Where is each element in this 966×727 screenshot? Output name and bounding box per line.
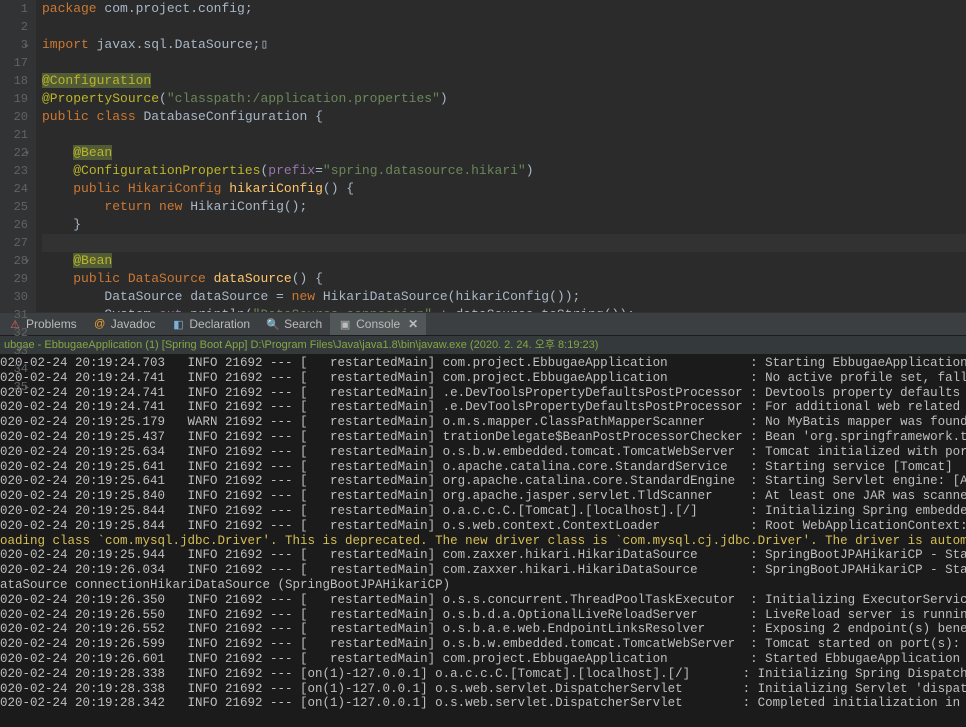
gutter-line: 29 xyxy=(0,270,28,288)
console-line: 020-02-24 20:19:28.338 INFO 21692 --- [o… xyxy=(0,682,966,697)
code-line[interactable] xyxy=(42,54,966,72)
gutter-line: 17 xyxy=(0,54,28,72)
console-line: ataSource connectionHikariDataSource (Sp… xyxy=(0,578,966,593)
code-line[interactable]: DataSource dataSource = new HikariDataSo… xyxy=(42,288,966,306)
code-line[interactable]: @ConfigurationProperties(prefix="spring.… xyxy=(42,162,966,180)
gutter-line: 1 xyxy=(0,0,28,18)
tab-label: Declaration xyxy=(189,317,250,331)
console-line: 020-02-24 20:19:26.350 INFO 21692 --- [ … xyxy=(0,593,966,608)
console-line: 020-02-24 20:19:25.844 INFO 21692 --- [ … xyxy=(0,519,966,534)
bottom-tabs-bar: ⚠Problems @Javadoc ◧Declaration 🔍Search … xyxy=(0,312,966,336)
gutter-line: 19 xyxy=(0,90,28,108)
code-area[interactable]: package com.project.config; import javax.… xyxy=(36,0,966,312)
console-line: 020-02-24 20:19:26.034 INFO 21692 --- [ … xyxy=(0,563,966,578)
console-line: oading class `com.mysql.jdbc.Driver'. Th… xyxy=(0,534,966,549)
search-icon: 🔍 xyxy=(266,317,280,331)
code-line[interactable]: @Bean xyxy=(42,144,966,162)
tab-label: Search xyxy=(284,317,322,331)
tab-search[interactable]: 🔍 Search xyxy=(258,313,330,335)
code-line[interactable]: package com.project.config; xyxy=(42,0,966,18)
code-line[interactable]: } xyxy=(42,216,966,234)
console-line: 020-02-24 20:19:25.437 INFO 21692 --- [ … xyxy=(0,430,966,445)
console-line: 020-02-24 20:19:24.703 INFO 21692 --- [ … xyxy=(0,356,966,371)
code-line[interactable]: @Bean xyxy=(42,252,966,270)
gutter-line: 22▾ xyxy=(0,144,28,162)
console-line: 020-02-24 20:19:24.741 INFO 21692 --- [ … xyxy=(0,386,966,401)
gutter-line: 21 xyxy=(0,126,28,144)
console-line: 020-02-24 20:19:25.634 INFO 21692 --- [ … xyxy=(0,445,966,460)
declaration-icon: ◧ xyxy=(171,317,185,331)
console-line: 020-02-24 20:19:26.599 INFO 21692 --- [ … xyxy=(0,637,966,652)
close-icon[interactable]: ✕ xyxy=(408,317,418,331)
launch-text: ubgae - EbbugaeApplication (1) [Spring B… xyxy=(4,339,598,351)
code-line[interactable] xyxy=(42,234,966,252)
console-output[interactable]: 020-02-24 20:19:24.703 INFO 21692 --- [ … xyxy=(0,354,966,727)
console-line: 020-02-24 20:19:26.601 INFO 21692 --- [ … xyxy=(0,652,966,667)
console-line: 020-02-24 20:19:25.179 WARN 21692 --- [ … xyxy=(0,415,966,430)
code-editor[interactable]: 123▸171819202122▾232425262728▾2930313233… xyxy=(0,0,966,312)
gutter-line: 35▸ xyxy=(0,378,28,396)
console-line: 020-02-24 20:19:25.641 INFO 21692 --- [ … xyxy=(0,460,966,475)
console-line: 020-02-24 20:19:25.844 INFO 21692 --- [ … xyxy=(0,504,966,519)
gutter-line: 24 xyxy=(0,180,28,198)
code-line[interactable]: System.out.println("DataSource connectio… xyxy=(42,306,966,312)
code-line[interactable] xyxy=(42,18,966,36)
console-line: 020-02-24 20:19:26.552 INFO 21692 --- [ … xyxy=(0,622,966,637)
gutter-line: 20 xyxy=(0,108,28,126)
gutter-line: 31 xyxy=(0,306,28,324)
gutter-line: 27 xyxy=(0,234,28,252)
tab-console[interactable]: ▣ Console ✕ xyxy=(330,313,426,335)
gutter-line: 34 xyxy=(0,360,28,378)
tab-label: Console xyxy=(356,317,400,331)
console-line: 020-02-24 20:19:28.338 INFO 21692 --- [o… xyxy=(0,667,966,682)
gutter-line: 2 xyxy=(0,18,28,36)
gutter-line: 32 xyxy=(0,324,28,342)
javadoc-icon: @ xyxy=(93,317,107,331)
gutter-line: 30 xyxy=(0,288,28,306)
code-line[interactable]: return new HikariConfig(); xyxy=(42,198,966,216)
tab-declaration[interactable]: ◧ Declaration xyxy=(163,313,258,335)
console-line: 020-02-24 20:19:25.840 INFO 21692 --- [ … xyxy=(0,489,966,504)
code-line[interactable]: @PropertySource("classpath:/application.… xyxy=(42,90,966,108)
gutter-line: 33 xyxy=(0,342,28,360)
line-gutter: 123▸171819202122▾232425262728▾2930313233… xyxy=(0,0,36,312)
console-line: 020-02-24 20:19:28.342 INFO 21692 --- [o… xyxy=(0,696,966,711)
code-line[interactable]: public class DatabaseConfiguration { xyxy=(42,108,966,126)
gutter-line: 25 xyxy=(0,198,28,216)
console-line: 020-02-24 20:19:24.741 INFO 21692 --- [ … xyxy=(0,371,966,386)
code-line[interactable]: public DataSource dataSource() { xyxy=(42,270,966,288)
code-line[interactable] xyxy=(42,126,966,144)
tab-label: Javadoc xyxy=(111,317,156,331)
tab-javadoc[interactable]: @ Javadoc xyxy=(85,313,164,335)
console-line: 020-02-24 20:19:24.741 INFO 21692 --- [ … xyxy=(0,400,966,415)
console-line: 020-02-24 20:19:25.944 INFO 21692 --- [ … xyxy=(0,548,966,563)
console-line: 020-02-24 20:19:25.641 INFO 21692 --- [ … xyxy=(0,474,966,489)
gutter-line: 23 xyxy=(0,162,28,180)
console-line: 020-02-24 20:19:26.550 INFO 21692 --- [ … xyxy=(0,608,966,623)
code-line[interactable]: import javax.sql.DataSource;▯ xyxy=(42,36,966,54)
gutter-line: 3▸ xyxy=(0,36,28,54)
gutter-line: 18 xyxy=(0,72,28,90)
code-line[interactable]: public HikariConfig hikariConfig() { xyxy=(42,180,966,198)
gutter-line: 28▾ xyxy=(0,252,28,270)
launch-config-bar: ubgae - EbbugaeApplication (1) [Spring B… xyxy=(0,336,966,354)
console-icon: ▣ xyxy=(338,317,352,331)
tab-label: Problems xyxy=(26,317,77,331)
fold-marker-icon[interactable]: ▸ xyxy=(24,380,30,398)
gutter-line: 26 xyxy=(0,216,28,234)
code-line[interactable]: @Configuration xyxy=(42,72,966,90)
